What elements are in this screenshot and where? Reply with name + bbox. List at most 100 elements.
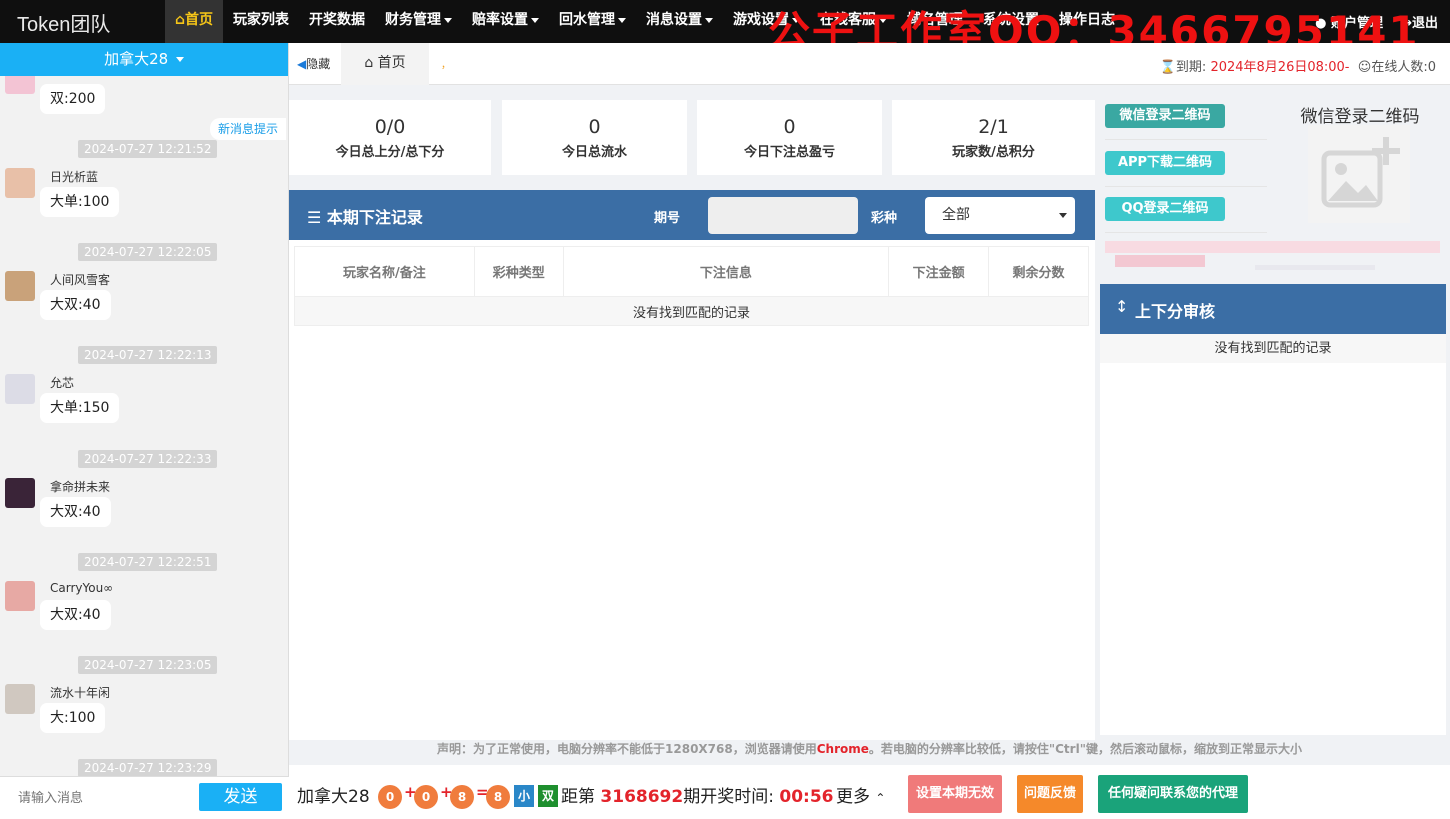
nav-item-system[interactable]: 系统设置	[973, 0, 1049, 43]
draw-room: 加拿大28	[297, 787, 370, 807]
more-toggle[interactable]: 更多 ⌃	[836, 782, 885, 807]
nav-item-domains[interactable]: 域名管理	[897, 0, 973, 43]
bet-records-title: ☰ 本期下注记录	[307, 208, 423, 227]
nav-item-online-service[interactable]: 在线客服	[810, 0, 897, 43]
tab-home[interactable]: ⌂ 首页	[341, 43, 429, 85]
menu-icon: ☰	[307, 208, 327, 227]
vertical-arrows-icon: ↕	[1115, 297, 1129, 316]
chevron-up-icon: ⌃	[875, 791, 886, 805]
stat-label: 今日下注总盈亏	[743, 145, 835, 160]
logout-link[interactable]: ↪退出	[1401, 16, 1438, 31]
chat-panel: 加拿大28 双:200 新消息提示 2024-07-27 12:21:52 日光…	[0, 43, 289, 819]
divider	[1105, 186, 1267, 187]
issue-label: 期号	[654, 211, 681, 226]
chat-username: 人间风雪客	[50, 273, 111, 287]
lottery-type-label: 彩种	[871, 211, 898, 226]
feedback-button[interactable]: 问题反馈	[1017, 775, 1083, 813]
lottery-type-select[interactable]: 全部	[925, 197, 1075, 234]
chat-room-selector[interactable]: 加拿大28	[0, 43, 288, 76]
main-nav: ⌂首页 玩家列表 开奖数据 财务管理 赔率设置 回水管理 消息设置 游戏设置 在…	[165, 0, 1125, 43]
chat-timestamp: 2024-07-27 12:22:33	[78, 450, 218, 468]
stat-card-turnover: 0 今日总流水	[502, 100, 687, 175]
column-header[interactable]: 玩家名称/备注	[294, 246, 475, 297]
collapse-left-icon: ◀	[297, 57, 307, 71]
parity-tag: 双	[538, 785, 558, 807]
column-header[interactable]: 下注信息	[562, 246, 890, 297]
avatar	[5, 76, 35, 94]
audit-panel: ↕ 上下分审核 没有找到匹配的记录	[1100, 284, 1446, 735]
new-message-hint[interactable]: 新消息提示	[210, 118, 287, 140]
image-placeholder-icon	[1321, 137, 1400, 208]
nav-item-messages[interactable]: 消息设置	[636, 0, 723, 43]
online-label: 在线人数:	[1371, 60, 1428, 75]
stat-value: 0	[588, 116, 601, 138]
qr-image-placeholder	[1308, 125, 1410, 223]
nav-item-logs[interactable]: 操作日志	[1049, 0, 1125, 43]
hide-sidebar-button[interactable]: ◀隐藏	[297, 55, 330, 72]
contact-agent-button[interactable]: 任何疑问联系您的代理	[1098, 775, 1248, 813]
chevron-down-icon	[1059, 213, 1067, 218]
avatar	[5, 684, 35, 714]
stat-value: 0/0	[374, 116, 406, 138]
nav-item-game-settings[interactable]: 游戏设置	[723, 0, 810, 43]
account-menu: ● 账户管理 ↪退出	[1315, 12, 1438, 31]
column-header[interactable]: 剩余分数	[988, 246, 1089, 297]
divider	[1105, 139, 1267, 140]
empty-row: 没有找到匹配的记录	[1100, 334, 1446, 363]
qr-title: 微信登录二维码	[1300, 107, 1420, 127]
stat-label: 今日总流水	[561, 145, 627, 160]
stat-card-players: 2/1 玩家数/总积分	[892, 100, 1095, 175]
stat-value: 2/1	[978, 116, 1009, 138]
bet-records-header: ☰ 本期下注记录 期号 彩种 全部	[289, 190, 1095, 240]
bet-records-panel: ☰ 本期下注记录 期号 彩种 全部 玩家名称/备注 彩种类型 下注信息 下注金额…	[289, 190, 1095, 740]
chat-username: 拿命拼未来	[50, 480, 111, 494]
chat-bubble: 大单:100	[40, 187, 120, 217]
qq-qr-button[interactable]: QQ登录二维码	[1105, 197, 1225, 221]
chat-timestamp: 2024-07-27 12:22:13	[78, 346, 218, 364]
chat-bubble: 大双:40	[40, 290, 111, 320]
nav-item-draw-data[interactable]: 开奖数据	[299, 0, 375, 43]
chat-timestamp: 2024-07-27 12:23:05	[78, 656, 218, 674]
column-header[interactable]: 下注金额	[888, 246, 990, 297]
chat-timestamp: 2024-07-27 12:21:52	[78, 140, 218, 158]
avatar	[5, 374, 35, 404]
expiry-info: ⌛到期: 2024年8月26日08:00- ☺在线人数:0	[1159, 60, 1436, 75]
app-qr-button[interactable]: APP下载二维码	[1105, 151, 1225, 175]
chat-messages[interactable]: 双:200 新消息提示 2024-07-27 12:21:52 日光析蓝 大单:…	[0, 76, 289, 776]
column-header[interactable]: 彩种类型	[473, 246, 564, 297]
stat-card-points: 0/0 今日总上分/总下分	[289, 100, 491, 175]
nav-item-odds[interactable]: 赔率设置	[462, 0, 549, 43]
issue-input[interactable]	[708, 197, 858, 234]
nav-item-finance[interactable]: 财务管理	[375, 0, 462, 43]
nav-item-players[interactable]: 玩家列表	[223, 0, 299, 43]
caret-down-icon	[879, 17, 888, 23]
chat-username: 允芯	[50, 376, 75, 390]
wechat-qr-button[interactable]: 微信登录二维码	[1105, 104, 1225, 128]
logout-icon: ↪	[1401, 16, 1412, 31]
user-icon: ●	[1315, 16, 1331, 31]
chat-username: CarryYou∞	[50, 581, 114, 595]
caret-down-icon	[705, 17, 714, 23]
send-button[interactable]: 发送	[199, 783, 282, 811]
stat-label: 今日总上分/总下分	[335, 145, 445, 160]
avatar	[5, 271, 35, 301]
blurred-content	[1105, 241, 1440, 270]
chat-bubble: 大双:40	[40, 497, 111, 527]
audit-title: 上下分审核	[1135, 302, 1216, 321]
resolution-notice: 声明：为了正常使用，电脑分辨率不能低于1280X768，浏览器请使用Chrome…	[437, 742, 1302, 756]
chat-message-input[interactable]	[8, 785, 188, 811]
avatar	[5, 581, 35, 611]
draw-status-bar: 加拿大28 0 + 0 + 8 = 8 小 双 距第 3168692期开奖时间:…	[289, 765, 1450, 819]
account-link[interactable]: ● 账户管理	[1315, 16, 1383, 31]
audit-header: ↕ 上下分审核	[1100, 284, 1446, 334]
invalidate-issue-button[interactable]: 设置本期无效	[908, 775, 1002, 813]
caret-down-icon	[444, 17, 453, 23]
next-draw-info: 距第 3168692期开奖时间: 00:56	[561, 787, 834, 807]
chat-bubble: 双:200	[40, 84, 106, 114]
chat-timestamp: 2024-07-27 12:22:05	[78, 243, 218, 261]
chat-username: 流水十年闲	[50, 686, 111, 700]
nav-item-home[interactable]: ⌂首页	[165, 0, 224, 43]
chat-timestamp: 2024-07-27 12:22:51	[78, 553, 218, 571]
nav-item-rebate[interactable]: 回水管理	[549, 0, 636, 43]
chat-bubble: 大双:40	[40, 600, 111, 630]
